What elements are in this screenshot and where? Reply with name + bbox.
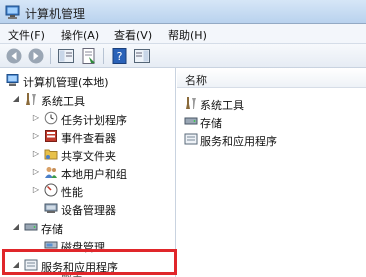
list-item-system-tools[interactable]: 系统工具 — [177, 95, 366, 112]
tree-label: 共享文件夹 — [61, 150, 116, 163]
title-bar: 计算机管理 — [0, 0, 366, 24]
tree-item-shared-folders[interactable]: ▷ 共享文件夹 — [0, 146, 176, 163]
help-icon[interactable]: ? — [111, 47, 129, 65]
shared-folder-icon — [44, 149, 58, 160]
tree-label: 系统工具 — [41, 95, 85, 108]
tree-label: 设备管理器 — [61, 204, 116, 217]
back-icon[interactable] — [5, 47, 23, 65]
storage-icon — [24, 223, 38, 231]
tree-label: 本地用户和组 — [61, 168, 127, 181]
toolbar: ? — [0, 44, 366, 68]
tree-item-device-manager[interactable]: 设备管理器 — [0, 200, 176, 217]
tree-label: 任务计划程序 — [61, 114, 127, 127]
menu-action[interactable]: 操作(A) — [61, 27, 99, 43]
tree-item-event-viewer[interactable]: ▷ 事件查看器 — [0, 128, 176, 145]
tree-label: 事件查看器 — [61, 132, 116, 145]
highlight-annotation — [2, 249, 177, 275]
menu-bar: 文件(F) 操作(A) 查看(V) 帮助(H) — [0, 24, 366, 44]
users-icon — [45, 167, 57, 178]
tree-item-system-tools[interactable]: ◢ 系统工具 — [0, 91, 176, 108]
system-tools-icon — [186, 97, 196, 109]
list-item-label: 系统工具 — [200, 99, 244, 112]
collapse-arrow-icon[interactable]: ▷ — [31, 167, 41, 177]
content-list: 名称 系统工具 存储 服务和应用程序 — [177, 68, 366, 277]
menu-help[interactable]: 帮助(H) — [168, 27, 207, 43]
collapse-arrow-icon[interactable]: ▷ — [31, 113, 41, 123]
list-item-services-applications[interactable]: 服务和应用程序 — [177, 131, 366, 148]
services-applications-icon — [184, 133, 198, 145]
system-tools-icon — [26, 93, 36, 105]
tree-label: 计算机管理(本地) — [23, 76, 109, 89]
action-pane-icon[interactable] — [133, 47, 151, 65]
tree-item-task-scheduler[interactable]: ▷ 任务计划程序 — [0, 110, 176, 127]
list-item-label: 存储 — [200, 117, 222, 130]
storage-icon — [184, 117, 198, 125]
expand-arrow-icon[interactable]: ◢ — [11, 222, 21, 232]
tree-item-performance[interactable]: ▷ 性能 — [0, 182, 176, 199]
window-title: 计算机管理 — [25, 7, 86, 21]
expand-arrow-icon[interactable]: ◢ — [11, 94, 21, 104]
toolbar-separator — [103, 48, 104, 64]
clock-icon — [44, 111, 58, 125]
performance-icon — [44, 183, 58, 197]
device-manager-icon — [44, 203, 58, 213]
toolbar-separator — [50, 48, 51, 64]
properties-icon[interactable] — [80, 47, 98, 65]
event-viewer-icon — [45, 130, 57, 142]
menu-view[interactable]: 查看(V) — [114, 27, 152, 43]
menu-file[interactable]: 文件(F) — [8, 27, 45, 43]
collapse-arrow-icon[interactable]: ▷ — [31, 185, 41, 195]
tree-label: 存储 — [41, 223, 63, 236]
list-item-label: 服务和应用程序 — [200, 135, 277, 148]
forward-icon[interactable] — [27, 47, 45, 65]
computer-management-icon — [5, 5, 20, 19]
column-header-name[interactable]: 名称 — [177, 68, 366, 88]
tree-item-computer-management-local[interactable]: 计算机管理(本地) — [0, 72, 176, 89]
collapse-arrow-icon[interactable]: ▷ — [31, 149, 41, 159]
show-tree-icon[interactable] — [57, 47, 75, 65]
column-header-label: 名称 — [185, 74, 207, 87]
tree-item-local-users-groups[interactable]: ▷ 本地用户和组 — [0, 164, 176, 181]
svg-text:?: ? — [117, 50, 123, 63]
list-item-storage[interactable]: 存储 — [177, 113, 366, 130]
tree-label: 性能 — [61, 186, 83, 199]
tree-item-storage[interactable]: ◢ 存储 — [0, 219, 176, 236]
computer-management-icon — [6, 74, 19, 86]
collapse-arrow-icon[interactable]: ▷ — [31, 131, 41, 141]
navigation-tree: 计算机管理(本地) ◢ 系统工具 ▷ 任务计划程序 ▷ 事件查看器 ▷ 共享文件… — [0, 68, 176, 277]
